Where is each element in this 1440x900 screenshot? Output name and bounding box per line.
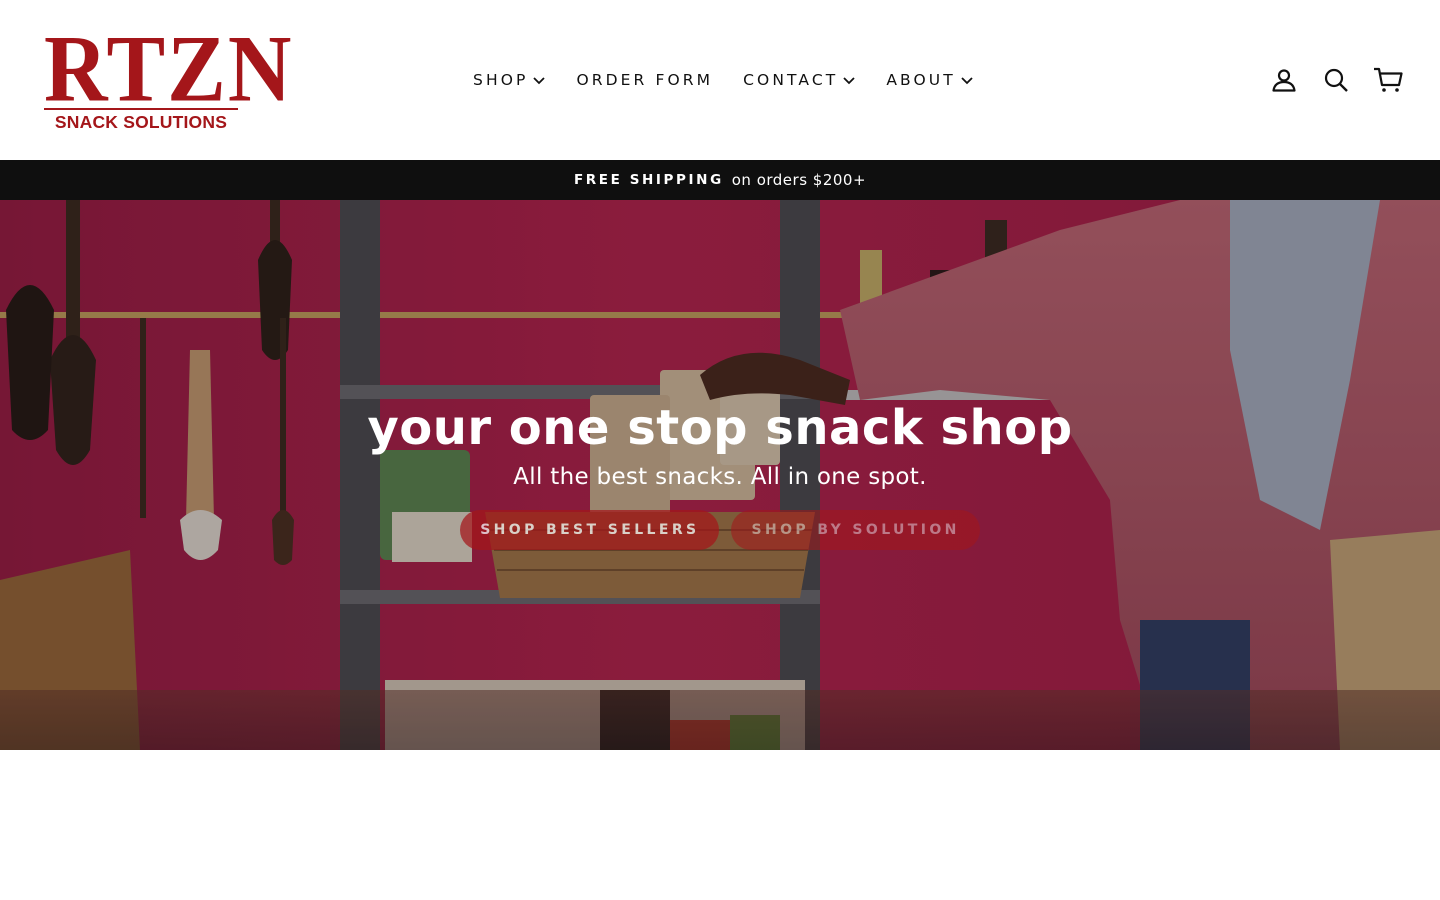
cart-icon (1374, 67, 1403, 92)
announcement-text: on orders $200+ (731, 171, 867, 189)
shop-best-sellers-button[interactable]: SHOP BEST SELLERS (460, 510, 720, 550)
logo-tagline: SNACK SOLUTIONS (54, 112, 228, 132)
shop-by-solution-button[interactable]: SHOP BY SOLUTION (731, 510, 980, 550)
main-nav: SHOP ORDER FORM CONTACT ABOUT (458, 60, 989, 100)
nav-label-about: ABOUT (886, 71, 956, 89)
logo-rule (44, 108, 238, 110)
account-button[interactable] (1258, 58, 1310, 102)
announcement-highlight: FREE SHIPPING (573, 172, 724, 188)
site-logo[interactable]: RTZN SNACK SOLUTIONS (44, 17, 294, 132)
chevron-down-icon (842, 73, 856, 87)
nav-label-order-form: ORDER FORM (576, 71, 714, 89)
nav-item-contact[interactable]: CONTACT (728, 60, 871, 100)
announcement-bar: FREE SHIPPING on orders $200+ (0, 160, 1440, 200)
nav-item-shop[interactable]: SHOP (458, 60, 561, 100)
page-content-area (0, 750, 1440, 900)
nav-label-contact: CONTACT (743, 71, 839, 89)
search-button[interactable] (1310, 58, 1362, 102)
hero-content: your one stop snack shop All the best sn… (0, 396, 1440, 550)
hero-subtitle: All the best snacks. All in one spot. (513, 464, 927, 490)
nav-item-about[interactable]: ABOUT (871, 60, 988, 100)
nav-label-shop: SHOP (473, 71, 529, 89)
search-icon (1324, 68, 1348, 92)
chevron-down-icon (532, 73, 546, 87)
chevron-down-icon (960, 73, 974, 87)
site-header: RTZN SNACK SOLUTIONS SHOP ORDER FORM CON… (0, 0, 1440, 160)
cart-button[interactable] (1362, 58, 1414, 102)
hero-banner: your one stop snack shop All the best sn… (0, 200, 1440, 750)
logo-wordmark: RTZN (44, 17, 294, 122)
nav-item-order-form[interactable]: ORDER FORM (561, 60, 728, 100)
hero-button-group: SHOP BEST SELLERS SHOP BY SOLUTION (0, 510, 1440, 550)
account-icon (1272, 69, 1296, 92)
hero-title: your one stop snack shop (367, 400, 1073, 456)
header-actions (1258, 58, 1414, 102)
